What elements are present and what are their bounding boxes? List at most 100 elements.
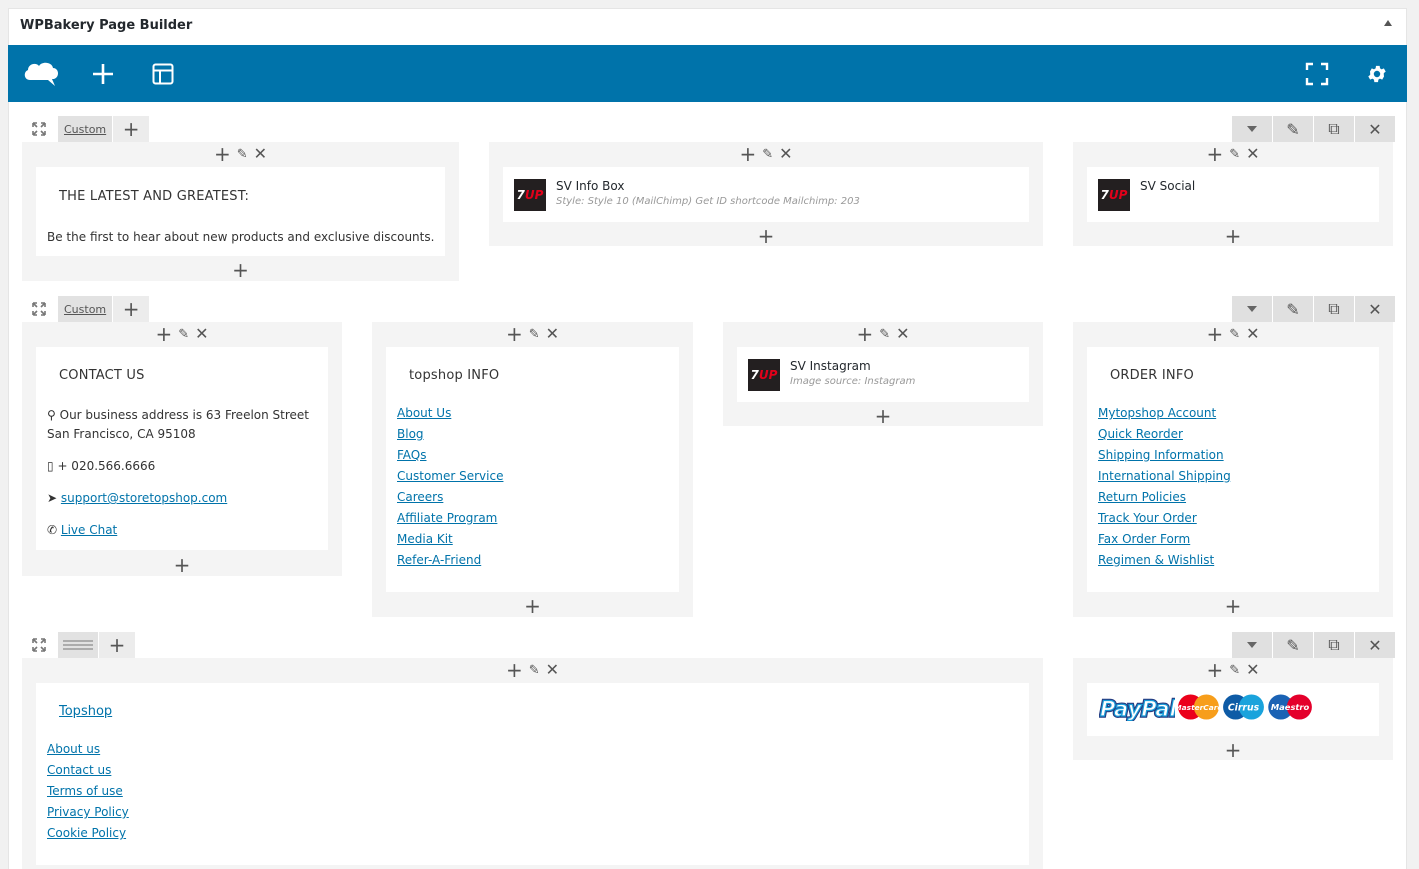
chevron-down-icon[interactable] — [1232, 632, 1272, 658]
edit-column-icon[interactable]: ✎ — [762, 148, 773, 161]
row-layout-button[interactable]: Custom — [58, 296, 113, 322]
footer-link[interactable]: FAQs — [397, 448, 427, 462]
add-column-button[interactable]: + — [113, 296, 150, 322]
edit-column-icon[interactable]: ✎ — [529, 664, 540, 677]
sv-instagram-element[interactable]: 7 UP SV Instagram Image source: Instagram — [737, 347, 1029, 402]
element-heading: THE LATEST AND GREATEST: — [59, 189, 250, 204]
footer-link[interactable]: Careers — [397, 490, 443, 504]
add-element-button[interactable]: + — [372, 596, 693, 616]
footer-link[interactable]: Cookie Policy — [47, 826, 126, 840]
text-block-element[interactable]: topshop INFO About Us Blog FAQs Customer… — [386, 347, 679, 592]
text-block-element[interactable]: ORDER INFO Mytopshop Account Quick Reord… — [1087, 347, 1379, 592]
delete-column-icon[interactable]: ✕ — [546, 326, 559, 342]
add-element-icon[interactable]: + — [1206, 144, 1223, 164]
add-element-icon[interactable]: + — [856, 324, 873, 344]
settings-button[interactable] — [1357, 45, 1397, 102]
footer-link[interactable]: About Us — [397, 406, 451, 420]
text-block-element[interactable]: Topshop About us Contact us Terms of use… — [36, 683, 1029, 865]
footer-link[interactable]: Privacy Policy — [47, 805, 129, 819]
edit-row-icon[interactable]: ✎ — [1273, 116, 1313, 142]
delete-row-icon[interactable]: ✕ — [1355, 116, 1395, 142]
add-column-button[interactable]: + — [99, 632, 135, 658]
add-column-button[interactable]: + — [113, 116, 150, 142]
clone-row-icon[interactable]: ⧉ — [1314, 116, 1354, 142]
chevron-down-icon[interactable] — [1232, 296, 1272, 322]
edit-column-icon[interactable]: ✎ — [178, 328, 189, 341]
add-element-button[interactable]: + — [489, 226, 1043, 246]
chevron-down-icon[interactable] — [1232, 116, 1272, 142]
clone-row-icon[interactable]: ⧉ — [1314, 632, 1354, 658]
move-row-icon[interactable] — [28, 116, 50, 142]
footer-link[interactable]: Shipping Information — [1098, 448, 1224, 462]
add-element-icon[interactable]: + — [1206, 660, 1223, 680]
text-block-element[interactable]: CONTACT US ⚲ Our business address is 63 … — [36, 347, 328, 550]
add-element-button[interactable]: + — [723, 406, 1043, 426]
add-element-button[interactable] — [83, 45, 123, 102]
footer-link[interactable]: Mytopshop Account — [1098, 406, 1216, 420]
footer-link[interactable]: Blog — [397, 427, 424, 441]
column-controls: + ✎ ✕ — [22, 142, 459, 166]
edit-column-icon[interactable]: ✎ — [1229, 328, 1240, 341]
edit-column-icon[interactable]: ✎ — [1229, 148, 1240, 161]
footer-link[interactable]: Customer Service — [397, 469, 503, 483]
add-element-icon[interactable]: + — [1206, 324, 1223, 344]
add-element-icon[interactable]: + — [155, 324, 172, 344]
edit-column-icon[interactable]: ✎ — [1229, 664, 1240, 677]
sv-social-element[interactable]: 7 UP SV Social — [1087, 167, 1379, 222]
add-element-icon[interactable]: + — [506, 660, 523, 680]
row-layout-button[interactable]: Custom — [58, 116, 113, 142]
footer-link[interactable]: Terms of use — [47, 784, 123, 798]
edit-column-icon[interactable]: ✎ — [237, 148, 248, 161]
footer-link[interactable]: Media Kit — [397, 532, 453, 546]
delete-column-icon[interactable]: ✕ — [896, 326, 909, 342]
delete-column-icon[interactable]: ✕ — [779, 146, 792, 162]
svg-text:Cirrus: Cirrus — [1228, 703, 1260, 714]
add-element-icon[interactable]: + — [506, 324, 523, 344]
add-element-button[interactable]: + — [22, 555, 342, 575]
delete-row-icon[interactable]: ✕ — [1355, 296, 1395, 322]
edit-row-icon[interactable]: ✎ — [1273, 632, 1313, 658]
edit-row-icon[interactable]: ✎ — [1273, 296, 1313, 322]
payment-methods-image[interactable]: PayPal PayPal MasterCard Cirrus Maestro — [1087, 683, 1379, 736]
delete-row-icon[interactable]: ✕ — [1355, 632, 1395, 658]
text-block-element[interactable]: THE LATEST AND GREATEST: Be the first to… — [36, 167, 445, 256]
delete-column-icon[interactable]: ✕ — [1246, 146, 1259, 162]
delete-column-icon[interactable]: ✕ — [1246, 326, 1259, 342]
live-chat-link[interactable]: Live Chat — [61, 523, 117, 537]
topshop-heading-link[interactable]: Topshop — [59, 704, 112, 719]
footer-link[interactable]: Track Your Order — [1098, 511, 1197, 525]
footer-link[interactable]: International Shipping — [1098, 469, 1231, 483]
collapse-arrow-icon[interactable] — [1384, 20, 1392, 26]
footer-link[interactable]: Quick Reorder — [1098, 427, 1183, 441]
row-layout-button[interactable] — [58, 632, 98, 658]
clone-row-icon[interactable]: ⧉ — [1314, 296, 1354, 322]
add-element-button[interactable]: + — [22, 260, 459, 280]
row-tools: ✎ ⧉ ✕ — [1231, 632, 1395, 658]
add-element-button[interactable]: + — [1073, 226, 1393, 246]
sv-info-box-element[interactable]: 7 UP SV Info Box Style: Style 10 (MailChi… — [503, 167, 1029, 222]
delete-column-icon[interactable]: ✕ — [1246, 662, 1259, 678]
plus-icon — [93, 63, 113, 84]
add-element-icon[interactable]: + — [214, 144, 231, 164]
add-element-button[interactable]: + — [1073, 740, 1393, 760]
footer-link[interactable]: About us — [47, 742, 100, 756]
footer-link[interactable]: Contact us — [47, 763, 111, 777]
email-link[interactable]: support@storetopshop.com — [61, 491, 227, 505]
delete-column-icon[interactable]: ✕ — [254, 146, 267, 162]
fullscreen-button[interactable] — [1297, 45, 1337, 102]
edit-column-icon[interactable]: ✎ — [529, 328, 540, 341]
footer-link[interactable]: Return Policies — [1098, 490, 1186, 504]
add-element-icon[interactable]: + — [739, 144, 756, 164]
footer-link[interactable]: Refer-A-Friend — [397, 553, 481, 567]
move-row-icon[interactable] — [28, 296, 50, 322]
footer-link[interactable]: Fax Order Form — [1098, 532, 1190, 546]
templates-button[interactable] — [143, 45, 183, 102]
wpbakery-logo-icon[interactable] — [20, 45, 62, 102]
footer-link[interactable]: Affiliate Program — [397, 511, 497, 525]
add-element-button[interactable]: + — [1073, 596, 1393, 616]
delete-column-icon[interactable]: ✕ — [546, 662, 559, 678]
move-row-icon[interactable] — [28, 632, 50, 658]
footer-link[interactable]: Regimen & Wishlist — [1098, 553, 1214, 567]
delete-column-icon[interactable]: ✕ — [195, 326, 208, 342]
edit-column-icon[interactable]: ✎ — [879, 328, 890, 341]
